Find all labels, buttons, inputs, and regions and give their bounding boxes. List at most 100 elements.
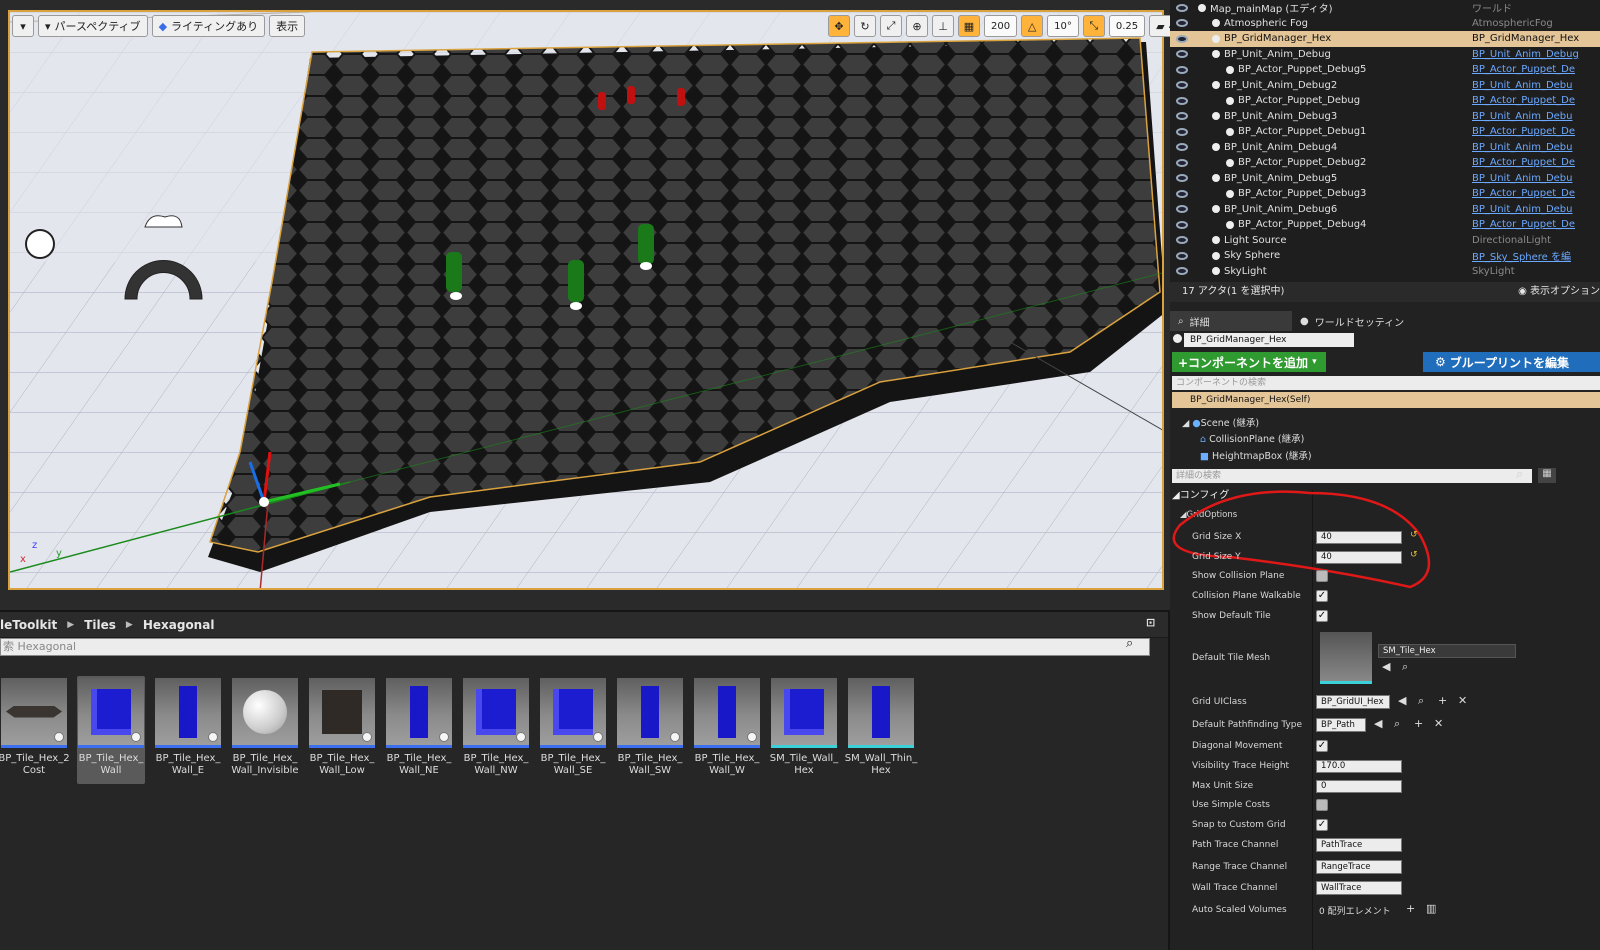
level-viewport[interactable]: z y x ▾ ▾ パースペクティブ ◆ ライティングあり 表示 ✥ ↻ ⤢ ⊕ ⊥…	[0, 0, 1190, 610]
view-options-button[interactable]: ◉ 表示オプション	[1518, 282, 1600, 302]
visibility-eye-icon[interactable]	[1176, 112, 1188, 121]
asset-tile[interactable]: BP_Tile_Hex_2 Cost	[0, 676, 70, 784]
rotate-mode-button[interactable]: ↻	[854, 15, 876, 37]
outliner-actor-type[interactable]: BP_Unit_Anim_Debu	[1472, 204, 1572, 215]
property-checkbox[interactable]	[1316, 570, 1328, 582]
reset-default-icon[interactable]: ↺	[1410, 550, 1418, 560]
visibility-eye-icon[interactable]	[1176, 19, 1188, 28]
visibility-eye-icon[interactable]	[1176, 96, 1188, 105]
property-dropdown[interactable]: WallTrace	[1316, 881, 1402, 895]
visibility-eye-icon[interactable]	[1176, 3, 1188, 12]
visibility-eye-icon[interactable]	[1176, 236, 1188, 245]
outliner-row[interactable]: Light Source DirectionalLight	[1170, 233, 1600, 249]
outliner-row[interactable]: BP_Actor_Puppet_Debug4 BP_Actor_Puppet_D…	[1170, 217, 1600, 233]
visibility-eye-icon[interactable]	[1176, 267, 1188, 276]
property-number-field[interactable]: 40	[1316, 531, 1402, 544]
outliner-actor-type[interactable]: BP_Actor_Puppet_De	[1472, 188, 1575, 199]
clear-icon[interactable]: ✕	[1458, 694, 1467, 707]
visibility-eye-icon[interactable]	[1176, 127, 1188, 136]
search-icon[interactable]: ⌕	[1126, 636, 1133, 651]
outliner-row[interactable]: Sky Sphere BP_Sky_Sphere を編	[1170, 248, 1600, 264]
component-scene[interactable]: ◢ ●Scene (継承)	[1182, 415, 1259, 429]
outliner-actor-type[interactable]: BP_Unit_Anim_Debu	[1472, 111, 1572, 122]
visibility-eye-icon[interactable]	[1176, 143, 1188, 152]
edit-blueprint-button[interactable]: ⚙ ブループリントを編集	[1423, 352, 1600, 372]
mesh-dropdown[interactable]: SM_Tile_Hex	[1378, 644, 1516, 658]
visibility-eye-icon[interactable]	[1176, 65, 1188, 74]
browse-icon[interactable]: ⌕	[1394, 717, 1400, 731]
outliner-row[interactable]: SkyLight SkyLight	[1170, 264, 1600, 280]
object-name-field[interactable]: BP_GridManager_Hex	[1184, 333, 1354, 347]
component-search-input[interactable]: コンポーネントの検索	[1172, 376, 1600, 390]
outliner-actor-type[interactable]: BP_Unit_Anim_Debu	[1472, 173, 1572, 184]
property-number-field[interactable]: 0	[1316, 780, 1402, 793]
component-heightmap-box[interactable]: ■ HeightmapBox (継承)	[1200, 448, 1312, 462]
visibility-eye-icon[interactable]	[1176, 34, 1188, 43]
visibility-eye-icon[interactable]	[1176, 174, 1188, 183]
search-icon[interactable]: ⌕	[1516, 467, 1523, 482]
outliner-actor-type[interactable]: BP_Unit_Anim_Debu	[1472, 80, 1572, 91]
reset-default-icon[interactable]: ↺	[1410, 530, 1418, 540]
add-component-button[interactable]: +コンポーネントを追加 ▾	[1172, 352, 1326, 372]
asset-tile[interactable]: BP_Tile_Hex_ Wall_NW	[462, 676, 530, 784]
scale-snap-toggle[interactable]: ⤡	[1082, 15, 1105, 37]
lighting-button[interactable]: ◆ ライティングあり	[151, 15, 266, 37]
use-selected-icon[interactable]: ◀	[1398, 694, 1406, 707]
scale-mode-button[interactable]: ⤢	[880, 15, 902, 37]
grid-snap-toggle[interactable]: ▦	[958, 15, 980, 37]
outliner-row[interactable]: Map_mainMap (エディタ)	[1170, 0, 1600, 16]
property-checkbox[interactable]	[1316, 799, 1328, 811]
breadcrumb-item[interactable]: Tiles	[84, 618, 116, 632]
visibility-eye-icon[interactable]	[1176, 81, 1188, 90]
add-element-icon[interactable]: +	[1406, 902, 1415, 915]
surface-snap-button[interactable]: ⊥	[932, 15, 954, 37]
asset-tile[interactable]: SM_Tile_Wall_ Hex	[770, 676, 838, 784]
asset-tile[interactable]: BP_Tile_Hex_ Wall_W	[693, 676, 761, 784]
property-checkbox[interactable]: ✓	[1316, 590, 1328, 602]
outliner-row[interactable]: Atmospheric Fog AtmosphericFog	[1170, 16, 1600, 32]
breadcrumb-item[interactable]: Hexagonal	[143, 618, 215, 632]
outliner-actor-type[interactable]: BP_Actor_Puppet_De	[1472, 157, 1575, 168]
tab-world-settings[interactable]: ● ワールドセッティン	[1292, 311, 1412, 331]
asset-tile[interactable]: BP_Tile_Hex_ Wall_Low	[308, 676, 376, 784]
details-search-input[interactable]: 詳細の検索	[1172, 469, 1532, 483]
outliner-row[interactable]: BP_Actor_Puppet_Debug BP_Actor_Puppet_De	[1170, 93, 1600, 109]
outliner-row[interactable]: BP_Unit_Anim_Debug2 BP_Unit_Anim_Debu	[1170, 78, 1600, 94]
translate-mode-button[interactable]: ✥	[828, 15, 850, 37]
outliner-row[interactable]: BP_Unit_Anim_Debug4 BP_Unit_Anim_Debu	[1170, 140, 1600, 156]
rotation-snap-toggle[interactable]: △	[1021, 15, 1044, 37]
outliner-row[interactable]: BP_Unit_Anim_Debug3 BP_Unit_Anim_Debu	[1170, 109, 1600, 125]
component-self-row[interactable]: BP_GridManager_Hex(Self)	[1172, 392, 1600, 408]
property-dropdown[interactable]: BP_GridUI_Hex	[1316, 695, 1390, 709]
use-selected-icon[interactable]: ◀	[1374, 717, 1382, 730]
visibility-eye-icon[interactable]	[1176, 158, 1188, 167]
asset-tile[interactable]: BP_Tile_Hex_ Wall_SW	[616, 676, 684, 784]
outliner-actor-type[interactable]: BP_Unit_Anim_Debug	[1472, 49, 1579, 60]
grid-snap-value[interactable]: 200	[984, 15, 1018, 37]
outliner-row[interactable]: BP_GridManager_Hex BP_GridManager_Hex	[1170, 31, 1600, 47]
outliner-actor-type[interactable]: BP_Actor_Puppet_De	[1472, 95, 1575, 106]
visibility-eye-icon[interactable]	[1176, 205, 1188, 214]
viewport-canvas[interactable]: z y x	[8, 10, 1164, 590]
property-checkbox[interactable]: ✓	[1316, 819, 1328, 831]
visibility-eye-icon[interactable]	[1176, 189, 1188, 198]
outliner-row[interactable]: BP_Actor_Puppet_Debug5 BP_Actor_Puppet_D…	[1170, 62, 1600, 78]
property-checkbox[interactable]: ✓	[1316, 610, 1328, 622]
mesh-thumbnail[interactable]	[1320, 632, 1372, 684]
add-icon[interactable]: +	[1438, 694, 1447, 707]
show-button[interactable]: 表示	[269, 15, 306, 37]
property-dropdown[interactable]: BP_Path	[1316, 718, 1366, 732]
clear-icon[interactable]: ✕	[1434, 717, 1443, 730]
tab-details[interactable]: ⌕ 詳細	[1170, 311, 1292, 331]
browse-icon[interactable]: ⌕	[1418, 694, 1424, 708]
viewport-options-button[interactable]: ▾	[12, 15, 34, 37]
property-number-field[interactable]: 40	[1316, 551, 1402, 564]
add-icon[interactable]: +	[1414, 717, 1423, 730]
world-local-button[interactable]: ⊕	[906, 15, 928, 37]
lock-icon[interactable]: ⊡	[1146, 616, 1155, 629]
asset-tile[interactable]: BP_Tile_Hex_ Wall_E	[154, 676, 222, 784]
asset-tile[interactable]: SM_Wall_Thin_ Hex	[845, 676, 917, 784]
outliner-row[interactable]: BP_Actor_Puppet_Debug1 BP_Actor_Puppet_D…	[1170, 124, 1600, 140]
visibility-eye-icon[interactable]	[1176, 251, 1188, 260]
visibility-eye-icon[interactable]	[1176, 220, 1188, 229]
